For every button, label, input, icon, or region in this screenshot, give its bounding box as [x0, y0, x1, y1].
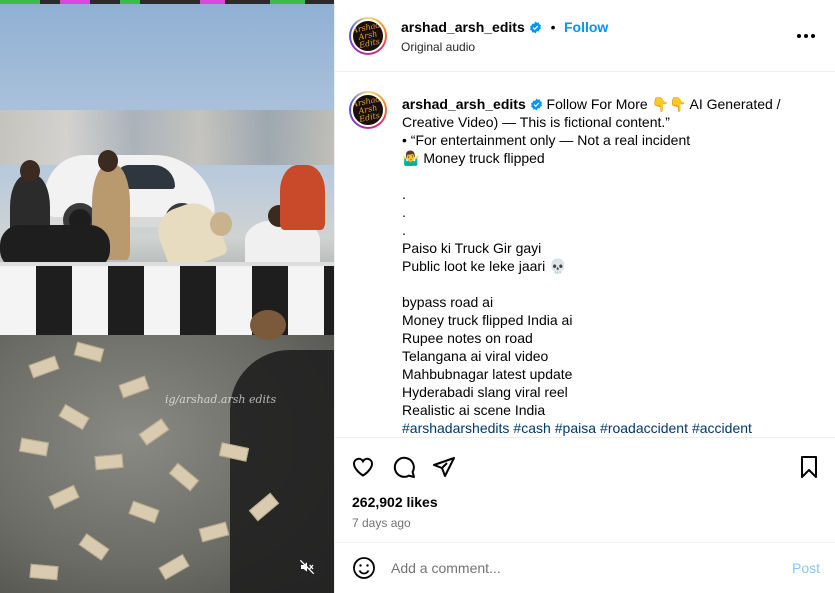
- mute-button[interactable]: [291, 551, 323, 583]
- video-watermark: ig/arshad.arsh edits: [165, 393, 277, 406]
- caption-line: .: [402, 222, 406, 238]
- verified-badge-icon: [530, 21, 542, 34]
- caption-line: .: [402, 186, 406, 202]
- author-username[interactable]: arshad_arsh_edits: [401, 19, 525, 35]
- caption-line: Public loot ke leke jaari 💀: [402, 258, 567, 274]
- verified-badge-icon: [530, 98, 542, 111]
- audio-label[interactable]: Original audio: [401, 40, 475, 54]
- hashtag-link[interactable]: #roadaccident: [600, 420, 688, 436]
- person-head: [210, 212, 232, 236]
- rupee-note: [94, 453, 124, 471]
- post-date[interactable]: 7 days ago: [352, 516, 411, 530]
- caption-line: [402, 275, 822, 293]
- separator-dot: •: [550, 19, 556, 35]
- comment-input[interactable]: [391, 557, 771, 579]
- bookmark-icon[interactable]: [797, 455, 821, 479]
- caption-line: Rupee notes on road: [402, 330, 533, 346]
- hashtag-link[interactable]: #accident: [692, 420, 752, 436]
- share-icon[interactable]: [432, 455, 456, 479]
- comment-icon[interactable]: [392, 455, 416, 479]
- post-actions: 262,902 likes 7 days ago: [335, 437, 835, 542]
- post-comment-button[interactable]: Post: [792, 560, 820, 576]
- rupee-note: [29, 563, 59, 581]
- comment-bar: Post: [335, 542, 835, 593]
- emoji-icon[interactable]: [352, 556, 376, 580]
- caption-line: [402, 167, 822, 185]
- post-details-panel: Arshad Arsh Edits arshad_arsh_edits • Fo…: [334, 0, 835, 593]
- caption-line: Telangana ai viral video: [402, 348, 549, 364]
- audio-muted-icon: [299, 559, 315, 575]
- caption-line: Hyderabadi slang viral reel: [402, 384, 568, 400]
- avatar-logo-text: Arshad Arsh Edits: [351, 94, 382, 124]
- caption-line: bypass road ai: [402, 294, 494, 310]
- likes-count[interactable]: 262,902 likes: [352, 494, 438, 510]
- post-header: Arshad Arsh Edits arshad_arsh_edits • Fo…: [335, 0, 835, 72]
- caption-line: .: [402, 204, 406, 220]
- caption-line: • “For entertainment only — Not a real i…: [402, 132, 691, 148]
- person: [280, 165, 325, 230]
- caption-section: Arshad Arsh Edits arshad_arsh_edits Foll…: [335, 73, 835, 437]
- caption-line: Money truck flipped India ai: [402, 312, 573, 328]
- caption-line: 🤷‍♂️ Money truck flipped: [402, 150, 545, 166]
- person-head: [98, 150, 118, 172]
- post-video[interactable]: ig/arshad.arsh edits: [0, 0, 334, 593]
- caption-username[interactable]: arshad_arsh_edits: [402, 96, 526, 112]
- hashtag-list: #arshadarshedits #cash #paisa #roadaccident…: [402, 419, 822, 437]
- caption-line: Mahbubnagar latest update: [402, 366, 573, 382]
- avatar-logo-text: Arshad Arsh Edits: [351, 20, 382, 50]
- avatar[interactable]: Arshad Arsh Edits: [349, 17, 387, 55]
- caption-line: Paiso ki Truck Gir gayi: [402, 240, 542, 256]
- caption-line: Realistic ai scene India: [402, 402, 546, 418]
- caption-avatar[interactable]: Arshad Arsh Edits: [349, 91, 387, 129]
- follow-button[interactable]: Follow: [564, 19, 608, 35]
- caption-text: arshad_arsh_edits Follow For More 👇👇 AI …: [402, 95, 822, 437]
- more-options-icon[interactable]: [796, 28, 816, 44]
- person-head: [20, 160, 40, 182]
- hashtag-link[interactable]: #arshadarshedits: [402, 420, 509, 436]
- heart-icon[interactable]: [351, 455, 375, 479]
- video-top-strip: [0, 0, 334, 4]
- hashtag-link[interactable]: #paisa: [555, 420, 596, 436]
- crouching-person: [250, 310, 286, 340]
- hashtag-link[interactable]: #cash: [513, 420, 550, 436]
